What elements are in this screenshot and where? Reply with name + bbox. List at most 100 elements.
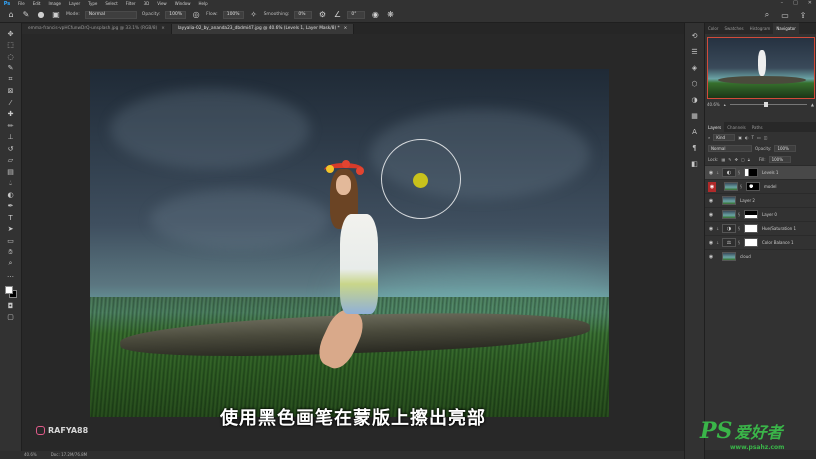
symmetry-icon[interactable]: ❋: [385, 10, 395, 20]
crop-tool-icon[interactable]: ⌗: [5, 75, 17, 85]
move-tool-icon[interactable]: ✥: [5, 29, 17, 39]
layer-mask-thumb[interactable]: [744, 210, 758, 219]
kind-select[interactable]: Kind: [713, 134, 736, 141]
3d-icon[interactable]: ◈: [690, 63, 700, 73]
home-icon[interactable]: ⌂: [6, 10, 16, 20]
layer-row-cloud[interactable]: ◉ cloud: [705, 249, 816, 263]
tab-close-icon[interactable]: ×: [344, 26, 348, 31]
history-brush-icon[interactable]: ↺: [5, 144, 17, 154]
tab-document-1[interactable]: emma-francis-vpHCfunwDrQ-unsplash.jpg @ …: [22, 24, 172, 34]
layer-row-color-balance[interactable]: ◉ ↓ ⚖ § Color Balance 1: [705, 235, 816, 249]
lock-paint-icon[interactable]: ✎: [728, 157, 731, 162]
menu-image[interactable]: Image: [44, 0, 65, 7]
healing-tool-icon[interactable]: ✚: [5, 110, 17, 120]
layer-row-layer0[interactable]: ◉ § Layer 0: [705, 207, 816, 221]
screen-mode-icon[interactable]: ▢: [5, 313, 17, 323]
path-select-icon[interactable]: ➤: [5, 225, 17, 235]
gradient-tool-icon[interactable]: ▤: [5, 167, 17, 177]
mask-link-icon[interactable]: §: [740, 184, 744, 189]
marquee-tool-icon[interactable]: ⬚: [5, 41, 17, 51]
visibility-eye-icon[interactable]: ◉: [708, 254, 714, 260]
zoom-tool-icon[interactable]: ⌕: [5, 259, 17, 269]
stamp-tool-icon[interactable]: ⊥: [5, 133, 17, 143]
character-icon[interactable]: A: [690, 127, 700, 137]
gear-icon[interactable]: ⚙: [317, 10, 327, 20]
search-icon[interactable]: ⌕: [762, 10, 772, 20]
quick-mask-icon[interactable]: ◘: [5, 301, 17, 311]
lock-pixels-icon[interactable]: ▦: [721, 157, 725, 162]
layer-mask-thumb[interactable]: [744, 238, 758, 247]
opacity-field[interactable]: 100%: [165, 10, 187, 19]
visibility-eye-icon[interactable]: ◉: [708, 181, 716, 192]
filter-smart-icon[interactable]: ◫: [764, 135, 768, 140]
share-icon[interactable]: ⇪: [798, 10, 808, 20]
menu-help[interactable]: Help: [194, 0, 211, 7]
zoom-in-icon[interactable]: ▲: [811, 102, 814, 107]
mask-link-icon[interactable]: §: [738, 212, 742, 217]
visibility-eye-icon[interactable]: ◉: [708, 240, 714, 246]
lasso-tool-icon[interactable]: ◌: [5, 52, 17, 62]
lock-all-icon[interactable]: 🔒︎: [748, 157, 750, 162]
blur-tool-icon[interactable]: 💧︎: [5, 179, 17, 189]
tab-document-2[interactable]: layyalia-02_by_ananda23_dbdmi47.jpg @ 40…: [171, 24, 355, 34]
tab-color[interactable]: Color: [705, 23, 721, 34]
layer-row-model[interactable]: ◉ § model: [705, 179, 816, 193]
mask-link-icon[interactable]: §: [738, 226, 742, 231]
smoothing-field[interactable]: 0%: [294, 10, 313, 19]
pen-tool-icon[interactable]: ✒: [5, 202, 17, 212]
libraries-icon[interactable]: ▦: [690, 111, 700, 121]
tab-channels[interactable]: Channels: [724, 122, 749, 132]
lock-artboard-icon[interactable]: ▢: [741, 157, 745, 162]
fill-field[interactable]: 100%: [768, 156, 791, 163]
menu-select[interactable]: Select: [101, 0, 121, 7]
color-swatches[interactable]: [4, 285, 18, 299]
dodge-tool-icon[interactable]: ◐: [5, 190, 17, 200]
document-image[interactable]: [90, 69, 609, 417]
maximize-icon[interactable]: □: [793, 0, 798, 7]
layer-mask-thumb[interactable]: [746, 182, 760, 191]
hand-tool-icon[interactable]: ✋︎: [5, 248, 17, 258]
layer-mask-thumb[interactable]: [744, 168, 758, 177]
eraser-tool-icon[interactable]: ▱: [5, 156, 17, 166]
cube-icon[interactable]: ⬡: [690, 79, 700, 89]
layer-row-levels[interactable]: ◉ ↓ ◐ § Levels 1: [705, 165, 816, 179]
foreground-color[interactable]: [4, 286, 13, 294]
blend-mode-select[interactable]: Normal: [708, 145, 752, 152]
tab-paths[interactable]: Paths: [749, 122, 766, 132]
adjustments-icon[interactable]: ◑: [690, 95, 700, 105]
quick-select-tool-icon[interactable]: ✎: [5, 64, 17, 74]
navigator-zoom-value[interactable]: 40.6%: [707, 102, 720, 107]
eyedropper-tool-icon[interactable]: ⁄: [5, 98, 17, 108]
mode-select[interactable]: Normal: [84, 10, 137, 19]
shape-tool-icon[interactable]: ▭: [5, 236, 17, 246]
visibility-eye-icon[interactable]: ◉: [708, 198, 714, 204]
filter-pixel-icon[interactable]: ▣: [738, 135, 742, 140]
menu-3d[interactable]: 3D: [140, 0, 154, 7]
angle-field[interactable]: 0°: [347, 10, 366, 19]
brush-tool-icon[interactable]: ✎: [21, 10, 31, 20]
airbrush-icon[interactable]: ✧: [249, 10, 259, 20]
visibility-eye-icon[interactable]: ◉: [708, 212, 714, 218]
workspace-icon[interactable]: ▭: [780, 10, 790, 20]
layer-mask-thumb[interactable]: [744, 224, 758, 233]
menu-edit[interactable]: Edit: [29, 0, 45, 7]
zoom-slider[interactable]: [729, 102, 807, 107]
history-icon[interactable]: ⟲: [690, 31, 700, 41]
layer-row-hue-saturation[interactable]: ◉ ↓ ◑ § Hue/Saturation 1: [705, 221, 816, 235]
menu-window[interactable]: Window: [171, 0, 195, 7]
zoom-slider-knob[interactable]: [764, 102, 769, 107]
tab-histogram[interactable]: Histogram: [747, 23, 774, 34]
filter-shape-icon[interactable]: ▭: [757, 135, 761, 140]
navigator-preview[interactable]: [707, 37, 815, 99]
brush-settings-icon[interactable]: ▣: [51, 10, 61, 20]
tab-navigator[interactable]: Navigator: [773, 23, 799, 34]
menu-layer[interactable]: Layer: [65, 0, 84, 7]
paragraph-icon[interactable]: ¶: [690, 143, 700, 153]
close-icon[interactable]: ✕: [808, 0, 812, 7]
tab-close-icon[interactable]: ×: [161, 26, 165, 31]
tab-swatches[interactable]: Swatches: [721, 23, 746, 34]
properties-icon[interactable]: ☰: [690, 47, 700, 57]
zoom-out-icon[interactable]: ▴: [724, 102, 726, 107]
menu-type[interactable]: Type: [84, 0, 101, 7]
status-zoom[interactable]: 40.6%: [24, 451, 37, 459]
